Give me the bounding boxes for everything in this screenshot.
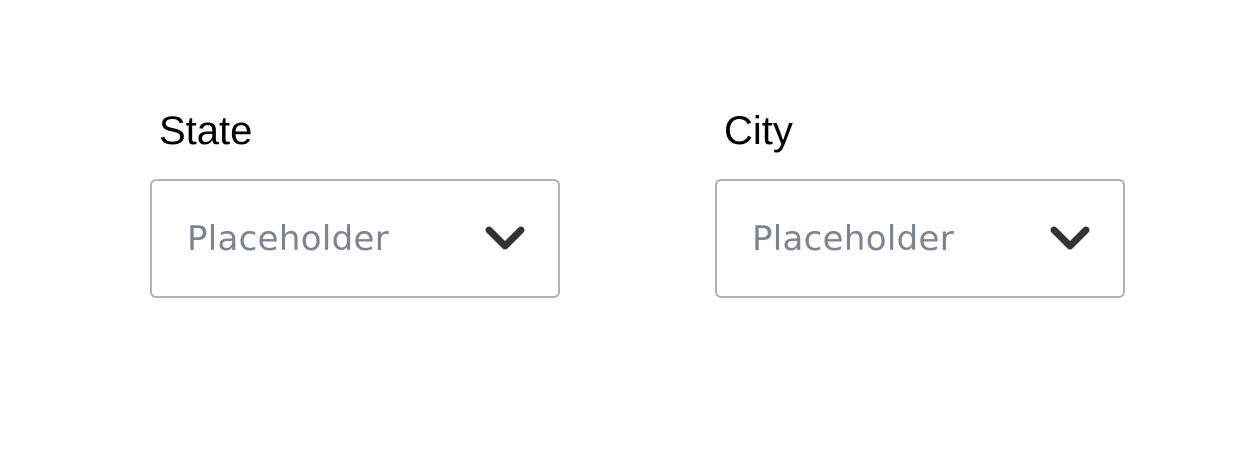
chevron-down-icon[interactable] xyxy=(1050,225,1090,253)
city-select-placeholder: Placeholder xyxy=(752,218,954,259)
city-field: City Placeholder xyxy=(715,108,1129,298)
city-select[interactable]: Placeholder xyxy=(715,179,1125,298)
state-label: State xyxy=(159,109,253,153)
state-select-placeholder: Placeholder xyxy=(187,218,389,259)
state-field: State Placeholder xyxy=(150,108,564,298)
city-label: City xyxy=(724,109,793,153)
state-select[interactable]: Placeholder xyxy=(150,179,560,298)
chevron-down-icon[interactable] xyxy=(485,225,525,253)
